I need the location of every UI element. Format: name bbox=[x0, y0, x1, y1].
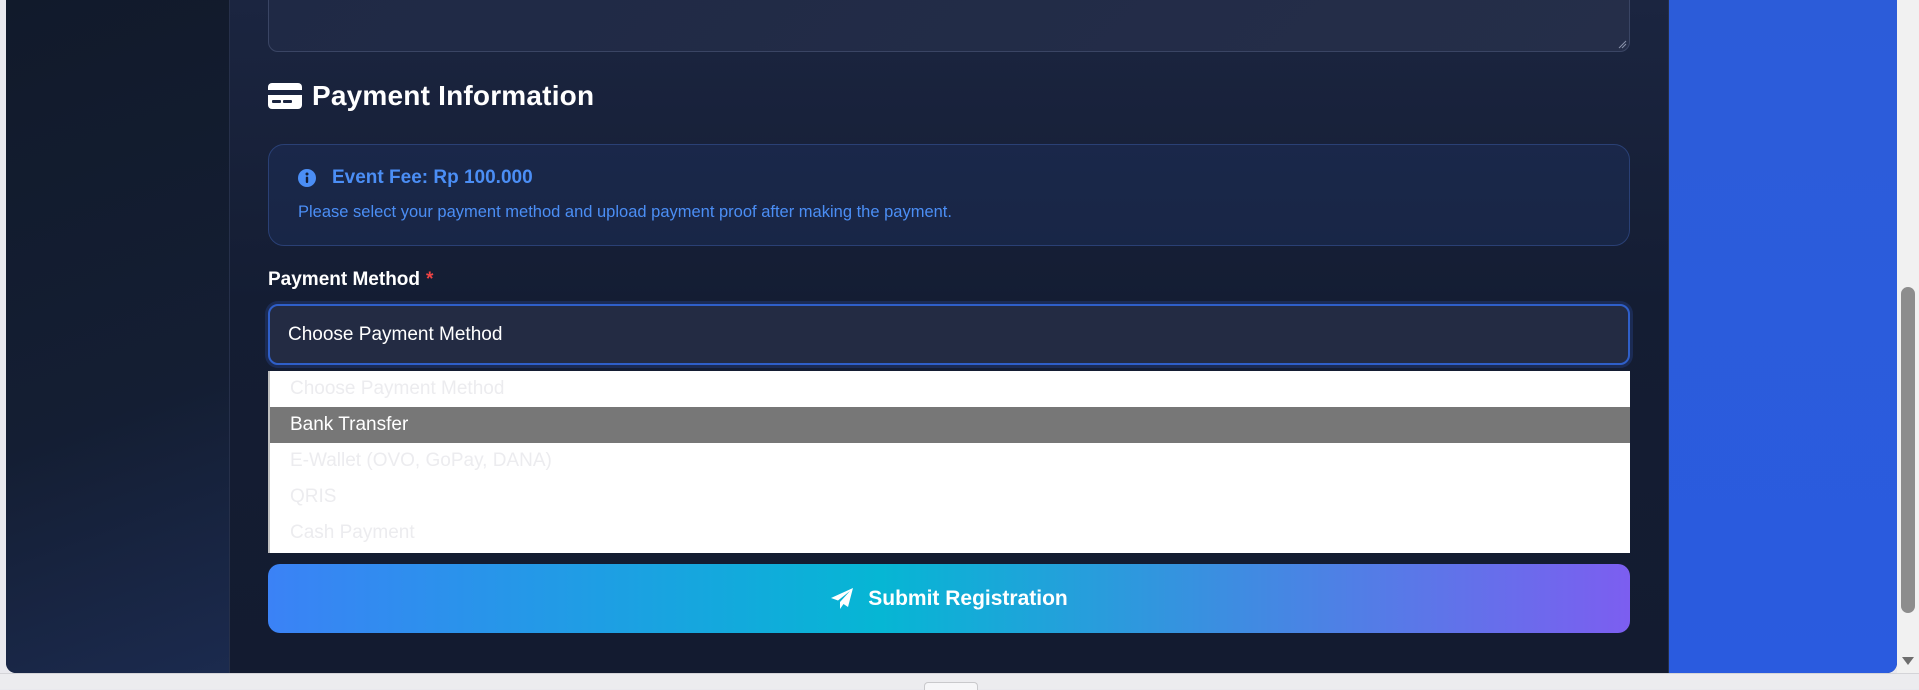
resize-grip-icon[interactable] bbox=[1617, 39, 1627, 49]
browser-bottom-bar bbox=[0, 673, 1919, 690]
scroll-down-arrow-icon[interactable] bbox=[1902, 657, 1914, 665]
notes-textarea[interactable] bbox=[268, 0, 1630, 52]
scrollbar-thumb[interactable] bbox=[1901, 287, 1915, 613]
submit-registration-button[interactable]: Submit Registration bbox=[268, 564, 1630, 633]
payment-section-heading: Payment Information bbox=[268, 78, 594, 114]
payment-method-label-text: Payment Method bbox=[268, 269, 421, 290]
payment-method-select[interactable]: Choose Payment Method bbox=[268, 304, 1630, 365]
dropdown-option-e-wallet[interactable]: E-Wallet (OVO, GoPay, DANA) bbox=[270, 443, 1630, 479]
registration-form-card: Payment Information Event Fee: Rp 100.00… bbox=[229, 0, 1669, 673]
event-fee-notice: Event Fee: Rp 100.000 Please select your… bbox=[268, 144, 1630, 246]
dropdown-option-placeholder[interactable]: Choose Payment Method bbox=[270, 371, 1630, 407]
dropdown-option-qris[interactable]: QRIS bbox=[270, 479, 1630, 515]
page-background-right bbox=[1669, 0, 1897, 673]
credit-card-icon bbox=[268, 83, 302, 109]
payment-method-label: Payment Method * bbox=[268, 269, 433, 291]
payment-section-title: Payment Information bbox=[312, 80, 595, 111]
event-fee-text: Event Fee: Rp 100.000 bbox=[332, 167, 533, 188]
paper-plane-icon bbox=[831, 587, 854, 609]
browser-viewport: Payment Information Event Fee: Rp 100.00… bbox=[6, 0, 1897, 673]
dropdown-option-cash-payment[interactable]: Cash Payment bbox=[270, 515, 1630, 551]
submit-registration-label: Submit Registration bbox=[868, 586, 1068, 610]
page-background-left bbox=[6, 0, 229, 673]
payment-method-dropdown-list[interactable]: Choose Payment Method Bank Transfer E-Wa… bbox=[268, 371, 1630, 553]
required-asterisk: * bbox=[426, 269, 434, 290]
dropdown-option-bank-transfer[interactable]: Bank Transfer bbox=[270, 407, 1630, 443]
payment-instructions: Please select your payment method and up… bbox=[298, 203, 952, 221]
vertical-scrollbar[interactable] bbox=[1897, 0, 1919, 673]
payment-method-selected-value: Choose Payment Method bbox=[288, 323, 503, 345]
info-circle-icon bbox=[298, 169, 316, 187]
